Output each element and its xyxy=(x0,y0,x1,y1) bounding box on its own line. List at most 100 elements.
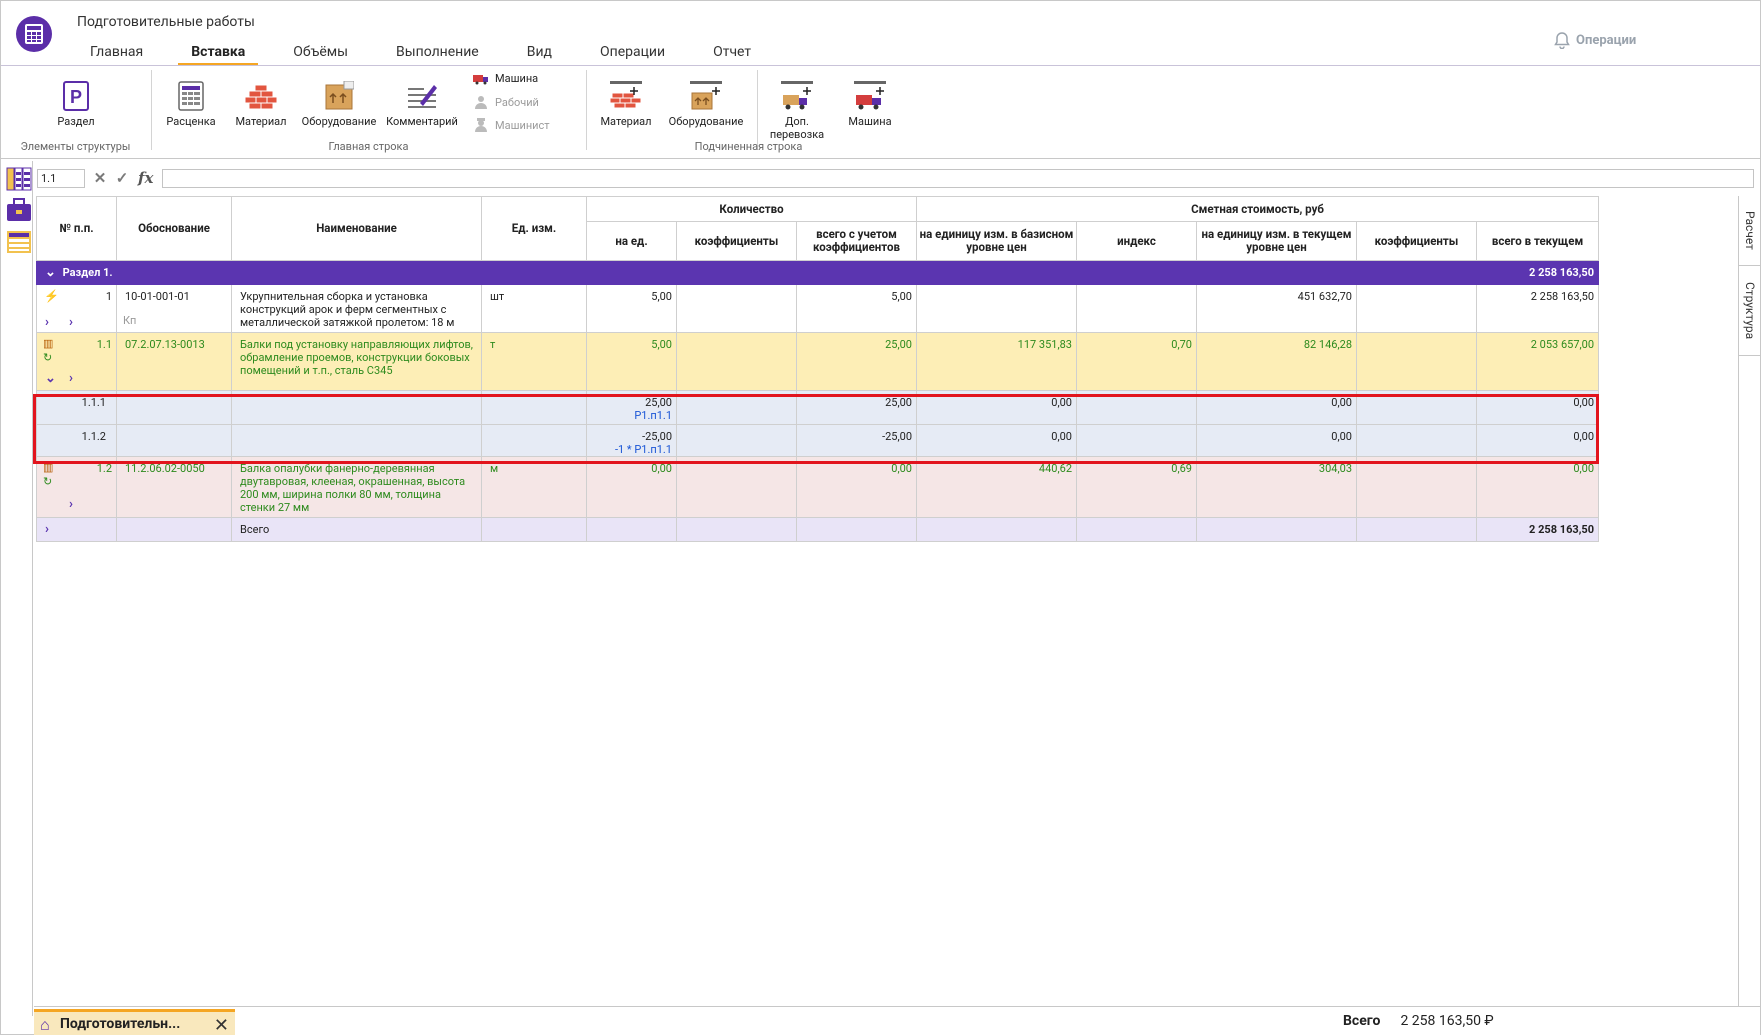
material-label: Материал xyxy=(235,115,287,128)
header-cost-base[interactable]: на единицу изм. в базисном уровне цен xyxy=(916,221,1077,261)
row-cost-base: 0,00 xyxy=(1051,396,1072,409)
row-unit: шт xyxy=(490,290,505,303)
close-tab-icon[interactable]: ✕ xyxy=(214,1015,229,1035)
material-button[interactable]: Материал xyxy=(233,80,289,128)
tab-home[interactable]: Главная xyxy=(77,41,156,66)
table-row[interactable]: ⚡ 1 › › 10-01-001-01 Кп Укрупнительная с… xyxy=(36,284,1600,333)
row-qty-per: 5,00 xyxy=(651,338,672,351)
collapse-chevron-icon[interactable]: ⌄ xyxy=(45,265,56,280)
tab-execution[interactable]: Выполнение xyxy=(383,41,492,66)
sub-equipment-label: Оборудование xyxy=(668,115,744,128)
group-divider xyxy=(586,70,587,150)
equipment-button[interactable]: Оборудование xyxy=(299,80,379,128)
row-cost-base: 440,62 xyxy=(1038,462,1072,475)
header-num[interactable]: № п.п. xyxy=(36,196,117,261)
tab-view[interactable]: Вид xyxy=(514,41,565,66)
header-cost-total[interactable]: всего в текущем xyxy=(1475,221,1600,261)
expand-chevron-icon[interactable]: › xyxy=(69,371,73,386)
rate-label: Расценка xyxy=(166,115,216,128)
machinist-small-button[interactable]: Машинист xyxy=(473,118,550,132)
columns-view-icon[interactable] xyxy=(6,167,32,193)
expand-chevron-icon[interactable]: › xyxy=(45,522,49,537)
equipment-label: Оборудование xyxy=(301,115,377,128)
section-p-icon: P xyxy=(60,80,92,112)
expand-chevron-icon[interactable]: › xyxy=(45,315,49,330)
grand-total-value: 2 258 163,50 ₽ xyxy=(1400,1013,1494,1029)
status-bar: ⌂ Подготовительн... ✕ Всего 2 258 163,50… xyxy=(34,1006,1760,1035)
ribbon-tabs: Главная Вставка Объёмы Выполнение Вид Оп… xyxy=(77,41,786,66)
group-structure-label: Элементы структуры xyxy=(20,140,131,153)
table-row[interactable]: ▥ ↻ 1.1 ⌄ › 07.2.07.13-0013 Балки под ус… xyxy=(36,332,1600,391)
group-divider xyxy=(757,70,758,150)
row-name: Укрупнительная сборка и установка констр… xyxy=(240,290,455,329)
total-row[interactable]: › Всего 2 258 163,50 xyxy=(36,517,1600,542)
row-basis: 10-01-001-01 xyxy=(125,290,190,303)
table-row[interactable]: 1.1.1 25,00 Р1.п1.1 25,00 0,00 0,00 0,00 xyxy=(36,390,1600,425)
sub-material-button[interactable]: Материал xyxy=(598,80,654,128)
collapse-chevron-icon[interactable]: ⌄ xyxy=(45,371,56,386)
bricks-plus-icon xyxy=(610,80,642,112)
operations-label: Операции xyxy=(1576,32,1637,48)
header-cost-coefficients[interactable]: коэффициенты xyxy=(1356,221,1477,261)
tab-insert[interactable]: Вставка xyxy=(178,41,259,66)
expand-chevron-icon[interactable]: › xyxy=(69,315,73,330)
ribbon-panel: P Раздел Элементы структуры Расценка Мат… xyxy=(1,66,1760,159)
row-total: 0,00 xyxy=(1573,430,1595,443)
grand-total-label: Всего xyxy=(1343,1013,1381,1029)
cancel-icon[interactable]: ✕ xyxy=(93,169,107,187)
sub-equipment-button[interactable]: Оборудование xyxy=(666,80,746,128)
formula-bar: 1.1 ✕ ✓ fx xyxy=(37,168,1754,188)
truck-plus-icon xyxy=(854,80,886,112)
table-row[interactable]: 1.1.2 -25,00 -1 * Р1.п1.1 -25,00 0,00 0,… xyxy=(36,424,1600,457)
header-name[interactable]: Наименование xyxy=(231,196,482,261)
row-cost-current: 451 632,70 xyxy=(1297,290,1352,303)
row-total: 0,00 xyxy=(1573,462,1595,475)
row-index: 0,69 xyxy=(1171,462,1192,475)
svg-text:P: P xyxy=(70,87,82,107)
comment-button[interactable]: Комментарий xyxy=(384,80,460,128)
briefcase-icon[interactable] xyxy=(6,197,32,223)
document-tab[interactable]: ⌂ Подготовительн... ✕ xyxy=(34,1009,235,1035)
section-row[interactable]: ⌄ Раздел 1. 2 258 163,50 xyxy=(36,260,1600,285)
expand-chevron-icon[interactable]: › xyxy=(69,497,73,512)
group-divider xyxy=(151,70,152,150)
section-button[interactable]: P Раздел xyxy=(53,80,99,128)
bricks-icon xyxy=(245,80,277,112)
app-logo-icon[interactable] xyxy=(16,16,52,52)
machinist-small-label: Машинист xyxy=(495,118,550,132)
bell-icon xyxy=(1554,32,1570,49)
comment-label: Комментарий xyxy=(386,115,458,128)
confirm-icon[interactable]: ✓ xyxy=(115,169,129,187)
function-icon[interactable]: fx xyxy=(138,169,153,187)
tab-report[interactable]: Отчет xyxy=(700,41,764,66)
rate-button[interactable]: Расценка xyxy=(164,80,218,128)
header-qty-coefficients[interactable]: коэффициенты xyxy=(676,221,797,261)
row-qty-per: 5,00 xyxy=(651,290,672,303)
row-qty-total: 25,00 xyxy=(885,338,912,351)
header-cost-index[interactable]: индекс xyxy=(1076,221,1197,261)
building-icon: ⌂ xyxy=(40,1015,50,1034)
row-unit: м xyxy=(490,462,499,475)
row-unit: т xyxy=(490,338,496,351)
header-qty-per-unit[interactable]: на ед. xyxy=(586,221,677,261)
machine-small-button[interactable]: Машина xyxy=(473,72,538,85)
table-row[interactable]: ▥ ↻ 1.2 › 11.2.06.02-0050 Балка опалубки… xyxy=(36,456,1600,518)
header-qty-total[interactable]: всего с учетом коэффициентов xyxy=(796,221,917,261)
operations-button[interactable]: Операции xyxy=(1554,31,1636,49)
tab-calculation[interactable]: Расчет xyxy=(1739,196,1761,266)
row-cost-base: 117 351,83 xyxy=(1017,338,1072,351)
tab-structure[interactable]: Структура xyxy=(1739,266,1761,356)
header-unit[interactable]: Ед. изм. xyxy=(481,196,587,261)
formula-input[interactable] xyxy=(162,168,1754,188)
table-view-icon[interactable] xyxy=(6,229,32,255)
cell-reference-field[interactable]: 1.1 xyxy=(37,168,85,188)
tab-volumes[interactable]: Объёмы xyxy=(280,41,361,66)
sub-machine-button[interactable]: Машина xyxy=(844,80,896,128)
worker-small-button[interactable]: Рабочий xyxy=(473,95,539,109)
header-cost-current[interactable]: на единицу изм. в текущем уровне цен xyxy=(1196,221,1357,261)
tab-operations[interactable]: Операции xyxy=(587,41,678,66)
row-qty-total: 0,00 xyxy=(891,462,912,475)
sub-transport-button[interactable]: Доп. перевозка xyxy=(767,80,827,141)
header-basis[interactable]: Обоснование xyxy=(116,196,232,261)
row-total: 2 258 163,50 xyxy=(1530,290,1595,303)
